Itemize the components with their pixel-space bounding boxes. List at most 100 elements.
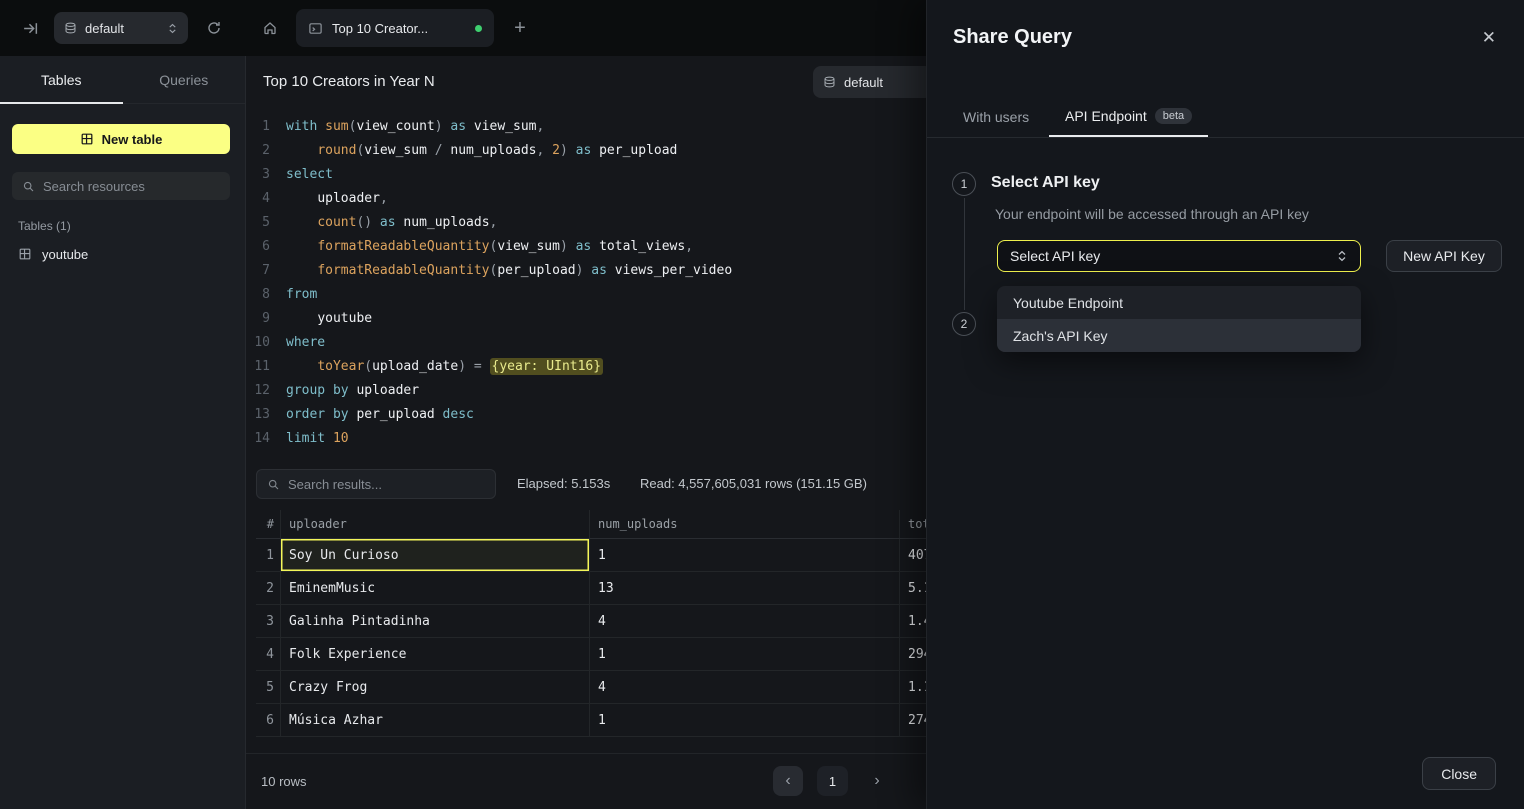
code-token [286, 359, 317, 374]
tab-tables[interactable]: Tables [0, 56, 123, 103]
search-icon [267, 478, 280, 491]
elapsed-stat: Elapsed: 5.153s [517, 476, 610, 491]
table-icon [18, 247, 32, 261]
line-number: 8 [246, 283, 270, 307]
code-line[interactable]: uploader, [286, 187, 732, 211]
code-line[interactable]: formatReadableQuantity(per_upload) as vi… [286, 259, 732, 283]
sidebar-search-input[interactable] [43, 179, 220, 194]
column-header-index[interactable]: # [256, 510, 281, 538]
tab-api-endpoint[interactable]: API Endpoint beta [1049, 96, 1208, 137]
code-token: view_sum [497, 239, 560, 254]
menu-item-zachs-api-key[interactable]: Zach's API Key [997, 319, 1361, 352]
sql-editor[interactable]: 1234567891011121314 with sum(view_count)… [246, 115, 732, 451]
row-index[interactable]: 1 [256, 539, 281, 571]
cell-uploader[interactable]: Folk Experience [281, 638, 590, 670]
code-token: view_count [356, 119, 434, 134]
code-token: uploader [356, 383, 419, 398]
code-line[interactable]: from [286, 283, 732, 307]
app-root: default Top 10 Creator... + Tables Queri… [0, 0, 1524, 809]
line-number: 9 [246, 307, 270, 331]
select-api-key-heading: Select API key [991, 174, 1100, 192]
code-line[interactable]: round(view_sum / num_uploads, 2) as per_… [286, 139, 732, 163]
query-database-selector[interactable]: default [813, 66, 933, 98]
modal-tabs: With users API Endpoint beta [927, 96, 1524, 138]
cell-num-uploads[interactable]: 1 [590, 539, 900, 571]
cell-uploader[interactable]: Crazy Frog [281, 671, 590, 703]
new-api-key-button[interactable]: New API Key [1386, 240, 1502, 272]
query-tab[interactable]: Top 10 Creator... [296, 9, 494, 47]
code-token: as [583, 263, 614, 278]
sidebar-item-youtube[interactable]: youtube [12, 240, 234, 268]
row-index[interactable]: 2 [256, 572, 281, 604]
cell-uploader[interactable]: Galinha Pintadinha [281, 605, 590, 637]
search-icon [22, 180, 35, 193]
cell-num-uploads[interactable]: 13 [590, 572, 900, 604]
cell-uploader[interactable]: EminemMusic [281, 572, 590, 604]
code-line[interactable]: formatReadableQuantity(view_sum) as tota… [286, 235, 732, 259]
chevron-updown-icon [167, 23, 178, 34]
query-tab-label: Top 10 Creator... [332, 21, 428, 36]
chevron-updown-icon [1336, 250, 1348, 262]
line-number: 4 [246, 187, 270, 211]
prev-page-icon[interactable]: ‹ [773, 766, 803, 796]
row-index[interactable]: 5 [256, 671, 281, 703]
code-token: order by [286, 407, 356, 422]
line-number: 14 [246, 427, 270, 451]
cell-uploader[interactable]: Música Azhar [281, 704, 590, 736]
code-line[interactable]: limit 10 [286, 427, 732, 451]
code-line[interactable]: count() as num_uploads, [286, 211, 732, 235]
close-icon[interactable]: ✕ [1482, 28, 1496, 48]
code-token [286, 143, 317, 158]
current-page[interactable]: 1 [817, 766, 848, 796]
line-number: 10 [246, 331, 270, 355]
code-line[interactable]: with sum(view_count) as view_sum, [286, 115, 732, 139]
code-line[interactable]: youtube [286, 307, 732, 331]
step-1-indicator: 1 [952, 172, 976, 196]
line-number: 11 [246, 355, 270, 379]
code-line[interactable]: toYear(upload_date) = {year: UInt16} [286, 355, 732, 379]
new-tab-icon[interactable]: + [508, 16, 532, 40]
select-api-key-description: Your endpoint will be accessed through a… [995, 206, 1309, 222]
row-index[interactable]: 6 [256, 704, 281, 736]
cell-num-uploads[interactable]: 4 [590, 605, 900, 637]
code-token: 2 [552, 143, 560, 158]
column-header-num-uploads[interactable]: num_uploads [590, 510, 900, 538]
collapse-sidebar-icon[interactable] [18, 16, 42, 40]
menu-item-youtube-endpoint[interactable]: Youtube Endpoint [997, 286, 1361, 319]
code-token: per_upload [599, 143, 677, 158]
column-header-uploader[interactable]: uploader [281, 510, 590, 538]
next-page-icon[interactable]: › [862, 766, 892, 796]
line-number: 12 [246, 379, 270, 403]
cell-num-uploads[interactable]: 1 [590, 638, 900, 670]
home-icon[interactable] [258, 16, 282, 40]
tab-queries[interactable]: Queries [123, 56, 246, 103]
cell-num-uploads[interactable]: 4 [590, 671, 900, 703]
new-table-button[interactable]: New table [12, 124, 230, 154]
cell-uploader-selected[interactable]: Soy Un Curioso [281, 539, 590, 571]
share-query-modal: Share Query ✕ With users API Endpoint be… [926, 0, 1524, 809]
line-number: 2 [246, 139, 270, 163]
row-index[interactable]: 3 [256, 605, 281, 637]
cell-num-uploads[interactable]: 1 [590, 704, 900, 736]
code-token: , [685, 239, 693, 254]
api-key-select[interactable]: Select API key [997, 240, 1361, 272]
close-button[interactable]: Close [1422, 757, 1496, 790]
editor-code[interactable]: with sum(view_count) as view_sum, round(… [286, 115, 732, 451]
table-name: youtube [42, 247, 88, 262]
code-line[interactable]: where [286, 331, 732, 355]
code-token: ( [364, 359, 372, 374]
tab-api-endpoint-label: API Endpoint [1065, 108, 1147, 124]
database-selector[interactable]: default [54, 12, 188, 44]
code-token: from [286, 287, 317, 302]
code-token: 10 [333, 431, 349, 446]
code-line[interactable]: group by uploader [286, 379, 732, 403]
refresh-icon[interactable] [202, 16, 226, 40]
code-token: , [537, 119, 545, 134]
results-search-input[interactable] [288, 477, 485, 492]
code-line[interactable]: select [286, 163, 732, 187]
code-line[interactable]: order by per_upload desc [286, 403, 732, 427]
code-token: per_upload [497, 263, 575, 278]
query-title: Top 10 Creators in Year N [263, 73, 435, 90]
row-index[interactable]: 4 [256, 638, 281, 670]
tab-with-users[interactable]: With users [963, 96, 1029, 137]
